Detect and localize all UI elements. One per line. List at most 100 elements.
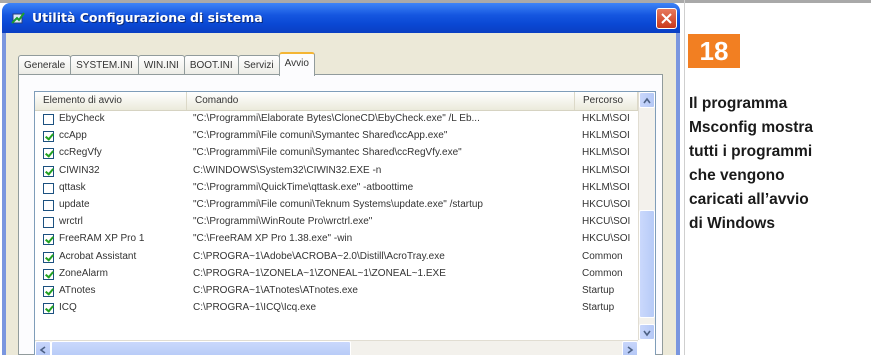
startup-item-checkbox[interactable]	[43, 285, 54, 297]
startup-item-name: ccRegVfy	[59, 147, 102, 159]
startup-item-command: "C:\Programmi\Elaborate Bytes\CloneCD\Eb…	[193, 113, 480, 124]
startup-item-command: C:\PROGRA~1\ATnotes\ATnotes.exe	[193, 284, 358, 296]
startup-item-name: qttask	[59, 181, 86, 193]
startup-item-path: Startup	[582, 302, 615, 314]
startup-item-checkbox[interactable]	[43, 217, 54, 229]
startup-list[interactable]: Elemento di avvio Comando Percorso EbyCh…	[34, 91, 656, 355]
tab-servizi[interactable]: Servizi	[237, 55, 280, 75]
startup-item-checkbox[interactable]	[43, 268, 54, 280]
list-item[interactable]: wrctrl "C:\Programmi\WinRoute Pro\wrctrl.…	[35, 214, 638, 231]
tab-strip: Generale SYSTEM.INI WIN.INI BOOT.INI Ser…	[18, 52, 315, 76]
arrow-down-icon	[643, 330, 651, 337]
list-item[interactable]: ATnotes C:\PROGRA~1\ATnotes\ATnotes.exe St…	[35, 283, 638, 300]
list-item[interactable]: CIWIN32 C:\WINDOWS\System32\CIWIN32.EXE -…	[35, 163, 638, 180]
caption-line: Il programma	[689, 95, 788, 112]
startup-item-name: EbyCheck	[59, 113, 105, 124]
startup-item-checkbox[interactable]	[43, 234, 54, 246]
horizontal-scrollbar[interactable]	[35, 340, 638, 355]
horizontal-scroll-thumb[interactable]	[51, 341, 351, 355]
startup-item-path: HKLM\SOI	[582, 181, 630, 193]
startup-item-name: update	[59, 198, 90, 210]
startup-item-name: Acrobat Assistant	[59, 250, 137, 262]
startup-item-command: "C:\Programmi\File comuni\Symantec Share…	[193, 130, 448, 142]
startup-item-path: Common	[582, 267, 623, 279]
scroll-right-button[interactable]	[622, 341, 638, 355]
startup-item-checkbox[interactable]	[43, 131, 54, 143]
list-header: Elemento di avvio Comando Percorso	[35, 92, 638, 111]
list-item[interactable]: FreeRAM XP Pro 1 "C:\FreeRAM XP Pro 1.38.…	[35, 231, 638, 248]
startup-item-path: HKLM\SOI	[582, 130, 630, 142]
scroll-down-button[interactable]	[639, 324, 655, 340]
startup-item-name: ATnotes	[59, 284, 96, 296]
list-item[interactable]: EbyCheck "C:\Programmi\Elaborate Bytes\Cl…	[35, 111, 638, 128]
startup-item-command: "C:\Programmi\File comuni\Teknum Systems…	[193, 198, 483, 210]
column-header-comando[interactable]: Comando	[187, 92, 575, 110]
startup-item-path: HKLM\SOI	[582, 113, 630, 124]
startup-item-command: C:\PROGRA~1\Adobe\ACROBA~2.0\Distill\Acr…	[193, 250, 445, 262]
column-header-percorso[interactable]: Percorso	[575, 92, 638, 110]
startup-item-checkbox[interactable]	[43, 165, 54, 177]
startup-item-path: HKCU\SOI	[582, 198, 631, 210]
startup-item-checkbox[interactable]	[43, 251, 54, 263]
scroll-thumb[interactable]	[639, 210, 655, 318]
startup-item-command: C:\WINDOWS\System32\CIWIN32.EXE -n	[193, 164, 382, 176]
tab-avvio[interactable]: Avvio	[278, 52, 315, 76]
startup-item-checkbox[interactable]	[43, 114, 54, 125]
startup-item-path: HKLM\SOI	[582, 147, 630, 159]
list-item[interactable]: ccApp "C:\Programmi\File comuni\Symantec …	[35, 128, 638, 145]
startup-item-name: CIWIN32	[59, 164, 100, 176]
scroll-left-button[interactable]	[35, 341, 51, 355]
startup-item-path: Common	[582, 250, 623, 262]
vertical-scrollbar[interactable]	[638, 92, 655, 340]
tab-generale[interactable]: Generale	[18, 55, 72, 75]
startup-item-path: HKCU\SOI	[582, 216, 631, 228]
scroll-up-button[interactable]	[639, 92, 655, 108]
startup-item-command: C:\PROGRA~1\ICQ\Icq.exe	[193, 302, 317, 314]
startup-item-checkbox[interactable]	[43, 148, 54, 160]
startup-item-command: "C:\Programmi\WinRoute Pro\wrctrl.exe"	[193, 216, 373, 228]
startup-item-name: FreeRAM XP Pro 1	[59, 233, 145, 245]
window-title: Utilità Configurazione di sistema	[32, 10, 263, 25]
figure-caption: Il programma Msconfig mostra tutti i pro…	[689, 92, 869, 236]
tab-win-ini[interactable]: WIN.INI	[137, 55, 185, 75]
list-item[interactable]: ccRegVfy "C:\Programmi\File comuni\Symant…	[35, 145, 638, 162]
startup-item-checkbox[interactable]	[43, 303, 54, 315]
close-button[interactable]	[656, 8, 677, 29]
figure-number-badge: 18	[688, 34, 740, 68]
caption-line: che vengono	[689, 167, 785, 184]
list-rows: EbyCheck "C:\Programmi\Elaborate Bytes\Cl…	[35, 111, 638, 317]
caption-line: Msconfig mostra	[689, 119, 814, 136]
column-header-elemento[interactable]: Elemento di avvio	[35, 92, 187, 110]
startup-item-name: ZoneAlarm	[59, 267, 108, 279]
list-item[interactable]: update "C:\Programmi\File comuni\Teknum S…	[35, 197, 638, 214]
caption-line: di Windows	[689, 215, 775, 232]
msconfig-app-icon	[11, 12, 25, 24]
close-icon	[661, 13, 672, 24]
startup-item-command: "C:\FreeRAM XP Pro 1.38.exe" -win	[193, 233, 353, 245]
caption-line: tutti i programmi	[689, 143, 813, 160]
startup-item-name: ICQ	[59, 302, 77, 314]
startup-item-path: HKCU\SOI	[582, 233, 631, 245]
startup-item-checkbox[interactable]	[43, 182, 54, 194]
msconfig-window: Utilità Configurazione di sistema Genera…	[2, 3, 680, 355]
startup-item-name: wrctrl	[59, 216, 83, 228]
title-bar[interactable]: Utilità Configurazione di sistema	[2, 3, 680, 33]
column-divider	[684, 0, 685, 355]
startup-item-checkbox[interactable]	[43, 199, 54, 211]
arrow-up-icon	[643, 97, 651, 104]
list-item[interactable]: qttask "C:\Programmi\QuickTime\qttask.exe…	[35, 180, 638, 197]
list-item[interactable]: ZoneAlarm C:\PROGRA~1\ZONELA~1\ZONEAL~1\Z…	[35, 266, 638, 283]
list-item[interactable]: Acrobat Assistant C:\PROGRA~1\Adobe\ACROB…	[35, 249, 638, 266]
arrow-left-icon	[39, 346, 46, 354]
list-item[interactable]: ICQ C:\PROGRA~1\ICQ\Icq.exe Startup	[35, 300, 638, 317]
startup-item-path: HKLM\SOI	[582, 164, 630, 176]
window-client-area: Generale SYSTEM.INI WIN.INI BOOT.INI Ser…	[6, 33, 676, 355]
tab-system-ini[interactable]: SYSTEM.INI	[70, 55, 139, 75]
startup-item-command: "C:\Programmi\QuickTime\qttask.exe" -atb…	[193, 181, 414, 193]
arrow-right-icon	[627, 346, 634, 354]
tab-panel-avvio: Elemento di avvio Comando Percorso EbyCh…	[18, 74, 663, 355]
caption-line: caricati all’avvio	[689, 191, 809, 208]
startup-item-command: "C:\Programmi\File comuni\Symantec Share…	[193, 147, 462, 159]
tab-boot-ini[interactable]: BOOT.INI	[183, 55, 239, 75]
startup-item-name: ccApp	[59, 130, 87, 142]
